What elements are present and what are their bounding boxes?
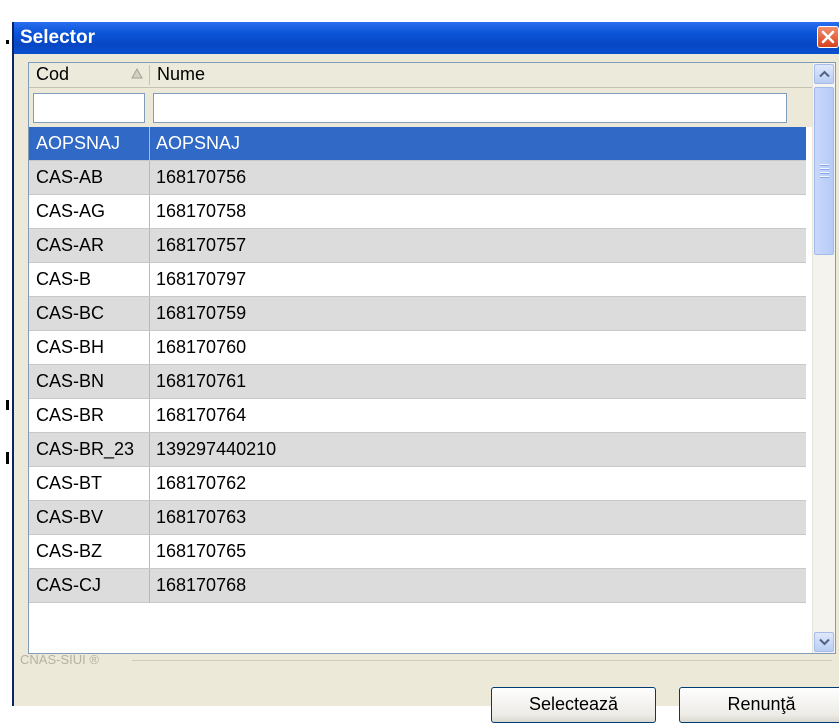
cell-cod: CAS-BN: [29, 365, 150, 398]
cell-nume: 139297440210: [156, 439, 277, 459]
cell-nume: 168170758: [156, 201, 247, 221]
cod-filter-input[interactable]: [33, 93, 145, 123]
cell-cod: CAS-BZ: [29, 535, 150, 568]
table-row[interactable]: CAS-BR 168170764: [29, 399, 806, 433]
footer-divider: [132, 660, 832, 661]
sort-ascending-icon: [131, 68, 143, 79]
cell-cod: CAS-AR: [29, 229, 150, 262]
table-row[interactable]: AOPSNAJ AOPSNAJ: [29, 127, 806, 161]
column-separator[interactable]: [149, 65, 150, 85]
table-row[interactable]: CAS-BZ 168170765: [29, 535, 806, 569]
edge-mark: [6, 400, 9, 410]
cell-cod: CAS-BH: [29, 331, 150, 364]
table-row[interactable]: CAS-BR_23 139297440210: [29, 433, 806, 467]
filter-row: [29, 88, 813, 127]
title-bar[interactable]: Selector: [14, 22, 839, 54]
cell-nume: 168170764: [156, 405, 247, 425]
cell-cod: CAS-AG: [29, 195, 150, 228]
cell-cod: CAS-BT: [29, 467, 150, 500]
grid-rows: AOPSNAJ AOPSNAJ CAS-AB 168170756 CAS-AG 16817…: [29, 127, 806, 603]
cell-nume: 168170761: [156, 371, 247, 391]
scroll-thumb[interactable]: [814, 87, 834, 255]
table-row[interactable]: CAS-BH 168170760: [29, 331, 806, 365]
window-title: Selector: [20, 27, 95, 48]
cancel-button[interactable]: Renunţă: [679, 687, 839, 723]
arrow-up-icon: [819, 70, 830, 78]
nume-filter-input[interactable]: [153, 93, 787, 123]
selector-dialog: Selector Cod Nume AOPSNAJ AOPSNAJ CAS-AB 16…: [12, 22, 839, 723]
cell-nume: 168170760: [156, 337, 247, 357]
table-row[interactable]: CAS-BN 168170761: [29, 365, 806, 399]
column-header-cod[interactable]: Cod: [36, 64, 69, 85]
grid-header: Cod Nume: [29, 63, 813, 88]
table-row[interactable]: CAS-AB 168170756: [29, 161, 806, 195]
scroll-down-button[interactable]: [814, 632, 834, 652]
table-row[interactable]: CAS-B 168170797: [29, 263, 806, 297]
column-header-nume[interactable]: Nume: [157, 64, 205, 85]
close-icon: [821, 30, 835, 44]
cell-nume: 168170797: [156, 269, 247, 289]
cell-nume: 168170757: [156, 235, 247, 255]
table-row[interactable]: CAS-BC 168170759: [29, 297, 806, 331]
table-row[interactable]: CAS-BT 168170762: [29, 467, 806, 501]
edge-mark: [6, 452, 9, 464]
selector-grid: Cod Nume AOPSNAJ AOPSNAJ CAS-AB 168170756 CA…: [28, 62, 836, 654]
cell-cod: CAS-AB: [29, 161, 150, 194]
cell-nume: 168170765: [156, 541, 247, 561]
cell-cod: CAS-BR_23: [29, 433, 150, 466]
cell-nume: 168170762: [156, 473, 247, 493]
close-button[interactable]: [817, 26, 839, 48]
vertical-scrollbar[interactable]: [812, 63, 835, 653]
table-row[interactable]: CAS-BV 168170763: [29, 501, 806, 535]
cell-cod: CAS-B: [29, 263, 150, 296]
cell-cod: CAS-BC: [29, 297, 150, 330]
cell-nume: 168170756: [156, 167, 247, 187]
table-row[interactable]: CAS-AR 168170757: [29, 229, 806, 263]
select-button[interactable]: Selectează: [491, 687, 656, 723]
arrow-down-icon: [819, 638, 830, 646]
table-row[interactable]: CAS-AG 168170758: [29, 195, 806, 229]
scroll-up-button[interactable]: [814, 64, 834, 84]
footer-label: CNAS-SIUI ®: [20, 652, 99, 667]
cell-cod: CAS-BV: [29, 501, 150, 534]
desktop-edge: [0, 0, 12, 706]
cell-nume: 168170763: [156, 507, 247, 527]
cell-cod: CAS-BR: [29, 399, 150, 432]
grip-icon: [820, 164, 829, 180]
edge-mark: [6, 40, 9, 44]
cell-nume: AOPSNAJ: [156, 133, 241, 153]
cell-nume: 168170759: [156, 303, 247, 323]
table-row[interactable]: CAS-CJ 168170768: [29, 569, 806, 603]
cell-cod: AOPSNAJ: [29, 127, 150, 160]
cell-cod: CAS-CJ: [29, 569, 150, 602]
cell-nume: 168170768: [156, 575, 247, 595]
